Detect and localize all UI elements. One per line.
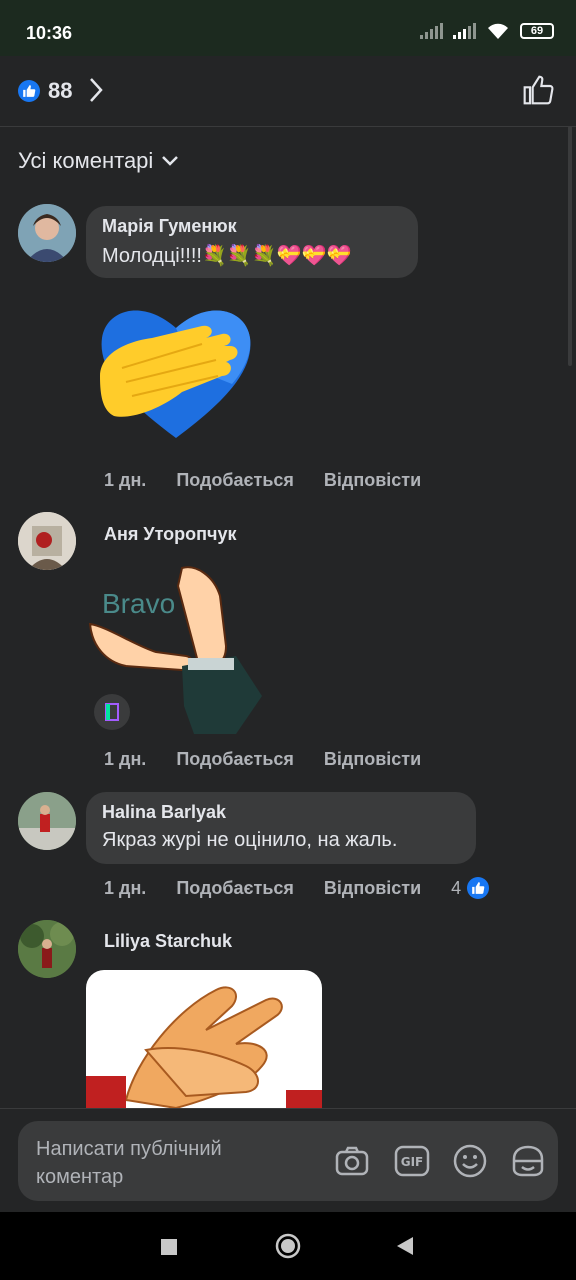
reactions-header: 88 [0,56,576,127]
comment-time[interactable]: 1 дн. [104,878,146,899]
comment-input[interactable]: Написати публічний коментар GIF [18,1121,558,1201]
filter-label: Усі коментарі [18,148,154,173]
battery-icon: 69 [520,23,554,39]
comment-time[interactable]: 1 дн. [104,749,146,770]
giphy-icon [94,694,130,730]
heart-hand-sticker [100,310,251,438]
avatar[interactable] [18,792,76,850]
reply-button[interactable]: Відповісти [324,470,421,491]
comment-composer: Написати публічний коментар GIF [0,1108,576,1213]
comment-input-placeholder: Написати публічний коментар [36,1138,222,1188]
comment-actions: 1 дн. Подобається Відповісти [104,749,421,770]
reply-button[interactable]: Відповісти [324,878,421,899]
like-button[interactable]: Подобається [176,470,294,491]
wifi-icon [488,23,508,39]
comment-author[interactable]: Liliya Starchuk [104,931,232,952]
reply-button[interactable]: Відповісти [324,749,421,770]
avatar[interactable] [18,920,76,978]
comment-text: Якраз журі не оцінило, на жаль. [102,829,398,851]
like-button[interactable]: Подобається [176,878,294,899]
comment-time[interactable]: 1 дн. [104,470,146,491]
system-nav-bar [0,1212,576,1280]
comment-likes[interactable]: 4 [451,877,490,899]
status-time: 10:36 [26,23,73,43]
comment-actions: 1 дн. Подобається Відповісти [104,470,421,491]
reaction-summary[interactable]: 88 [18,78,72,104]
comment-author[interactable]: Halina Barlyak [102,802,460,823]
like-button[interactable]: Подобається [176,749,294,770]
signal-icon-2 [453,23,476,39]
clapping-hands-image [86,986,322,1108]
comment-bubble[interactable]: Марія Гуменюк Молодці!!!!💐💐💐💝💝💝 [86,206,418,278]
recents-icon[interactable] [160,1238,178,1256]
status-bar: 10:36 69 [0,0,576,56]
back-icon[interactable] [396,1236,414,1256]
svg-text:GIF: GIF [401,1155,424,1169]
battery-level: 69 [530,25,544,37]
comments-filter[interactable]: Усі коментарі [18,148,179,174]
comment-author[interactable]: Марія Гуменюк [102,216,402,237]
emoji-icon[interactable] [452,1143,488,1179]
sticker-icon[interactable] [510,1143,546,1179]
bravo-sticker: Bravo [86,566,266,734]
likes-count: 4 [451,877,462,898]
sticker-text: Bravo [102,588,176,619]
like-icon [18,80,40,102]
home-icon[interactable] [275,1233,301,1259]
status-icons: 69 [420,22,554,40]
like-icon [467,877,490,899]
clapping-sticker [86,970,322,1108]
reaction-count: 88 [48,78,73,103]
comment-actions: 1 дн. Подобається Відповісти 4 [104,877,490,899]
chevron-right-icon[interactable] [86,76,106,104]
avatar[interactable] [18,512,76,570]
chevron-down-icon [162,156,179,166]
gif-icon[interactable]: GIF [394,1143,430,1179]
comment-bubble[interactable]: Halina Barlyak Якраз журі не оцінило, на… [86,792,476,864]
avatar[interactable] [18,204,76,262]
scrollbar[interactable] [568,126,572,366]
thumbs-up-icon[interactable] [522,74,554,106]
camera-icon[interactable] [334,1143,370,1179]
comment-author[interactable]: Аня Уторопчук [104,524,236,545]
signal-icon [420,23,443,39]
comment-text: Молодці!!!!💐💐💐💝💝💝 [102,245,352,267]
